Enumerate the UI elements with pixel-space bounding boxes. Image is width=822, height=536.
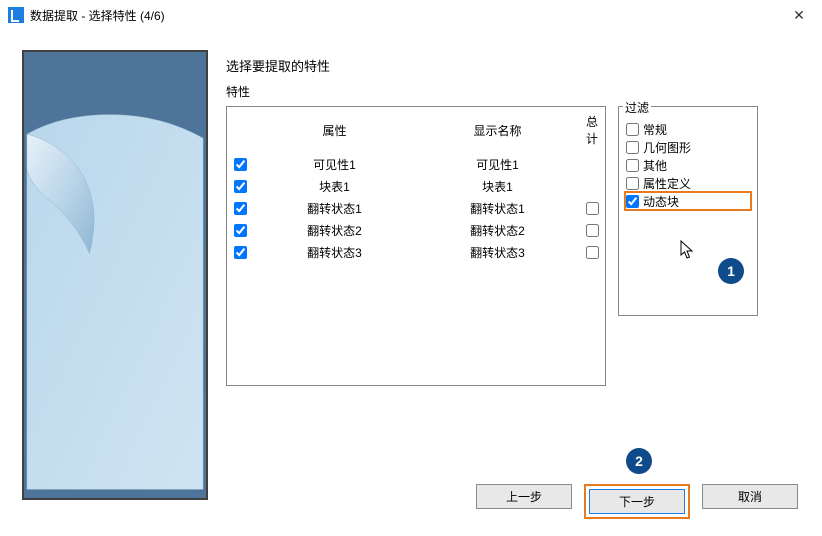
row-attr-cell: 可见性1 — [253, 153, 416, 175]
filter-checkbox[interactable] — [626, 195, 639, 208]
section-heading: 选择要提取的特性 — [226, 56, 800, 75]
filter-label: 几何图形 — [643, 139, 691, 156]
filter-checkbox[interactable] — [626, 177, 639, 190]
table-row[interactable]: 翻转状态3翻转状态3 — [227, 241, 605, 263]
filter-checkbox[interactable] — [626, 141, 639, 154]
row-attr-cell: 翻转状态3 — [253, 241, 416, 263]
titlebar: 数据提取 - 选择特性 (4/6) ✕ — [0, 0, 822, 30]
filter-checkbox[interactable] — [626, 123, 639, 136]
close-icon[interactable]: ✕ — [784, 7, 814, 24]
row-select-checkbox[interactable] — [234, 224, 247, 237]
app-icon — [8, 7, 24, 23]
page-curl-graphic — [24, 52, 206, 492]
row-display-cell: 块表1 — [416, 175, 579, 197]
cancel-button[interactable]: 取消 — [702, 484, 798, 509]
col-display-header[interactable]: 显示名称 — [416, 107, 579, 153]
filter-item[interactable]: 其他 — [625, 156, 751, 174]
row-attr-cell: 翻转状态1 — [253, 197, 416, 219]
filter-item[interactable]: 动态块 — [625, 192, 751, 210]
row-select-checkbox[interactable] — [234, 202, 247, 215]
table-row[interactable]: 块表1块表1 — [227, 175, 605, 197]
prev-button[interactable]: 上一步 — [476, 484, 572, 509]
filter-label: 常规 — [643, 121, 667, 138]
row-total-checkbox[interactable] — [586, 224, 599, 237]
filter-label: 动态块 — [643, 193, 679, 210]
next-button-highlight: 下一步 — [584, 484, 690, 519]
table-row[interactable]: 可见性1可见性1 — [227, 153, 605, 175]
filter-label: 属性定义 — [643, 175, 691, 192]
filter-group: 过滤 常规几何图形其他属性定义动态块 — [618, 106, 758, 316]
filter-checkbox[interactable] — [626, 159, 639, 172]
next-button[interactable]: 下一步 — [589, 489, 685, 514]
properties-table: 属性 显示名称 总计 可见性1可见性1块表1块表1翻转状态1翻转状态1翻转状态2… — [226, 106, 606, 386]
filter-item[interactable]: 几何图形 — [625, 138, 751, 156]
filter-item[interactable]: 常规 — [625, 120, 751, 138]
filter-item[interactable]: 属性定义 — [625, 174, 751, 192]
col-attr-header[interactable]: 属性 — [253, 107, 416, 153]
row-select-checkbox[interactable] — [234, 158, 247, 171]
annotation-badge-2: 2 — [626, 448, 652, 474]
row-total-checkbox[interactable] — [586, 246, 599, 259]
right-panel: 选择要提取的特性 特性 属性 显示名称 总计 可见性1可见性1块表1块表1翻转状… — [208, 50, 800, 470]
content-area: 选择要提取的特性 特性 属性 显示名称 总计 可见性1可见性1块表1块表1翻转状… — [0, 30, 822, 480]
col-total-header[interactable]: 总计 — [579, 107, 605, 153]
table-row[interactable]: 翻转状态1翻转状态1 — [227, 197, 605, 219]
table-row[interactable]: 翻转状态2翻转状态2 — [227, 219, 605, 241]
filter-label: 其他 — [643, 157, 667, 174]
row-attr-cell: 块表1 — [253, 175, 416, 197]
row-select-checkbox[interactable] — [234, 246, 247, 259]
row-display-cell: 翻转状态2 — [416, 219, 579, 241]
annotation-badge-1: 1 — [718, 258, 744, 284]
window-title: 数据提取 - 选择特性 (4/6) — [30, 7, 165, 24]
row-display-cell: 翻转状态3 — [416, 241, 579, 263]
section-subheading: 特性 — [226, 83, 800, 100]
row-display-cell: 可见性1 — [416, 153, 579, 175]
row-select-checkbox[interactable] — [234, 180, 247, 193]
row-display-cell: 翻转状态1 — [416, 197, 579, 219]
filter-title: 过滤 — [623, 101, 651, 115]
preview-pane — [22, 50, 208, 500]
row-total-checkbox[interactable] — [586, 202, 599, 215]
row-attr-cell: 翻转状态2 — [253, 219, 416, 241]
